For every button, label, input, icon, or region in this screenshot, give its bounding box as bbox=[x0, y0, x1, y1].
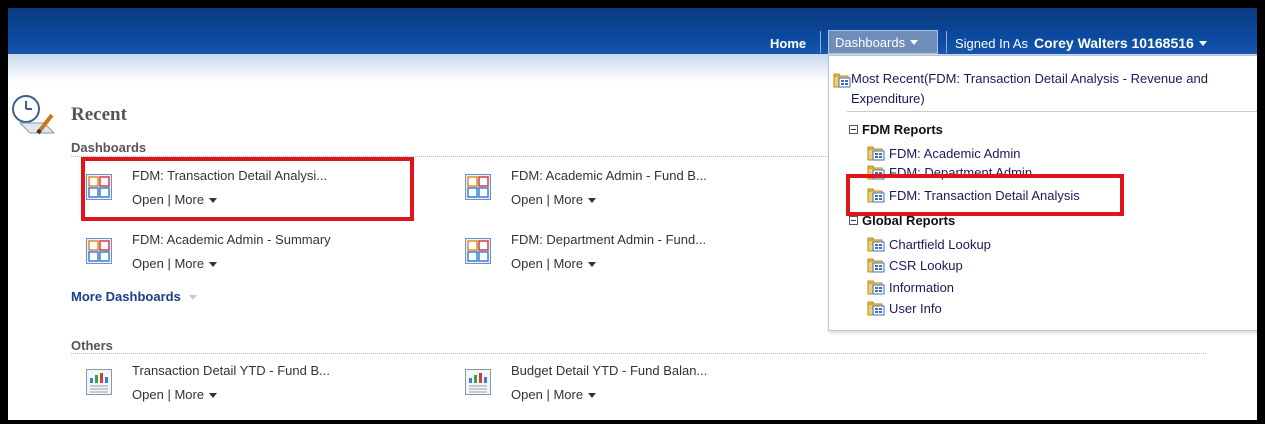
report-icon[interactable] bbox=[86, 369, 112, 395]
separator: | bbox=[546, 387, 550, 402]
dashboards-menu-button[interactable]: Dashboards bbox=[828, 30, 938, 54]
more-label: More bbox=[553, 387, 584, 402]
home-link[interactable]: Home bbox=[770, 31, 806, 55]
nav-divider bbox=[946, 31, 947, 53]
item-actions: Open | More bbox=[132, 256, 218, 271]
more-menu[interactable]: More bbox=[553, 192, 597, 207]
user-menu[interactable]: Signed In As Corey Walters 10168516 bbox=[955, 31, 1207, 55]
menu-item-label: FDM: Academic Admin bbox=[889, 145, 1021, 161]
folder-dashboard-icon bbox=[867, 257, 885, 273]
menu-item-label: Information bbox=[889, 279, 955, 295]
dashboard-icon[interactable] bbox=[465, 238, 491, 264]
report-item: Budget Detail YTD - Fund Balan... Open |… bbox=[465, 363, 785, 409]
menu-item-label: CSR Lookup bbox=[889, 257, 963, 273]
more-menu[interactable]: More bbox=[174, 387, 218, 402]
more-label: More bbox=[174, 256, 205, 271]
item-actions: Open | More bbox=[132, 387, 218, 402]
item-actions: Open | More bbox=[511, 387, 597, 402]
app-frame: Home Dashboards Signed In As Corey Walte… bbox=[0, 0, 1265, 424]
nav-divider bbox=[820, 31, 821, 53]
dashboards-label: Dashboards bbox=[835, 34, 906, 50]
item-actions: Open | More bbox=[511, 192, 597, 207]
signed-in-label: Signed In As bbox=[955, 35, 1028, 51]
dashboard-item: FDM: Department Admin - Fund... Open | M… bbox=[465, 232, 785, 278]
folder-dashboard-icon bbox=[867, 300, 885, 316]
open-link[interactable]: Open bbox=[511, 192, 543, 207]
separator: | bbox=[167, 387, 171, 402]
separator: | bbox=[546, 192, 550, 207]
section-divider bbox=[71, 353, 1206, 354]
chevron-down-icon bbox=[588, 262, 597, 268]
menu-item-information[interactable]: Information bbox=[867, 279, 954, 295]
chevron-down-icon bbox=[209, 393, 218, 399]
user-name: Corey Walters 10168516 bbox=[1034, 35, 1194, 51]
dashboard-item: FDM: Academic Admin - Summary Open | Mor… bbox=[86, 232, 406, 278]
highlight-box bbox=[846, 174, 1124, 216]
more-dashboards-link[interactable]: More Dashboards bbox=[71, 289, 198, 304]
recent-title: Recent bbox=[71, 104, 127, 125]
chevron-down-icon bbox=[910, 39, 919, 45]
menu-item-csr-lookup[interactable]: CSR Lookup bbox=[867, 257, 963, 273]
chevron-down-icon bbox=[588, 198, 597, 204]
dashboard-icon[interactable] bbox=[465, 174, 491, 200]
menu-group-fdm-reports[interactable]: FDM Reports bbox=[849, 122, 943, 137]
dashboard-link[interactable]: FDM: Academic Admin - Summary bbox=[132, 232, 331, 247]
menu-item-most-recent[interactable]: Most Recent(FDM: Transaction Detail Anal… bbox=[851, 69, 1241, 109]
open-link[interactable]: Open bbox=[511, 256, 543, 271]
more-label: More bbox=[174, 387, 205, 402]
chevron-down-icon bbox=[1198, 40, 1207, 46]
menu-item-chartfield-lookup[interactable]: Chartfield Lookup bbox=[867, 236, 991, 252]
more-label: More bbox=[553, 192, 584, 207]
open-link[interactable]: Open bbox=[132, 387, 164, 402]
folder-dashboard-icon bbox=[833, 72, 851, 88]
chevron-down-icon bbox=[209, 262, 218, 268]
chevron-down-icon bbox=[588, 393, 597, 399]
report-link[interactable]: Budget Detail YTD - Fund Balan... bbox=[511, 363, 707, 378]
menu-divider bbox=[847, 111, 1257, 112]
open-link[interactable]: Open bbox=[132, 256, 164, 271]
dashboards-heading: Dashboards bbox=[71, 140, 147, 155]
dashboard-icon[interactable] bbox=[86, 238, 112, 264]
more-menu[interactable]: More bbox=[553, 387, 597, 402]
separator: | bbox=[167, 256, 171, 271]
separator: | bbox=[546, 256, 550, 271]
menu-item-label: User Info bbox=[889, 300, 942, 316]
collapse-icon bbox=[849, 216, 858, 225]
folder-dashboard-icon bbox=[867, 236, 885, 252]
more-menu[interactable]: More bbox=[174, 256, 218, 271]
collapse-icon bbox=[849, 125, 858, 134]
report-item: Transaction Detail YTD - Fund B... Open … bbox=[86, 363, 406, 409]
report-icon[interactable] bbox=[465, 369, 491, 395]
others-heading: Others bbox=[71, 338, 113, 353]
open-link[interactable]: Open bbox=[511, 387, 543, 402]
menu-group-label: FDM Reports bbox=[862, 122, 943, 137]
dashboard-link[interactable]: FDM: Department Admin - Fund... bbox=[511, 232, 706, 247]
clock-pencil-icon bbox=[12, 95, 56, 135]
menu-item-label: Chartfield Lookup bbox=[889, 236, 991, 252]
menu-item-user-info[interactable]: User Info bbox=[867, 300, 942, 316]
highlight-box bbox=[81, 157, 414, 221]
folder-dashboard-icon bbox=[867, 279, 885, 295]
dashboard-link[interactable]: FDM: Academic Admin - Fund B... bbox=[511, 168, 707, 183]
more-menu[interactable]: More bbox=[553, 256, 597, 271]
item-actions: Open | More bbox=[511, 256, 597, 271]
more-label: More bbox=[553, 256, 584, 271]
more-dashboards-label: More Dashboards bbox=[71, 289, 181, 304]
report-link[interactable]: Transaction Detail YTD - Fund B... bbox=[132, 363, 330, 378]
folder-dashboard-icon bbox=[867, 145, 885, 161]
chevron-down-icon bbox=[189, 295, 198, 301]
menu-item-academic-admin[interactable]: FDM: Academic Admin bbox=[867, 145, 1021, 161]
dashboard-item: FDM: Academic Admin - Fund B... Open | M… bbox=[465, 168, 785, 214]
